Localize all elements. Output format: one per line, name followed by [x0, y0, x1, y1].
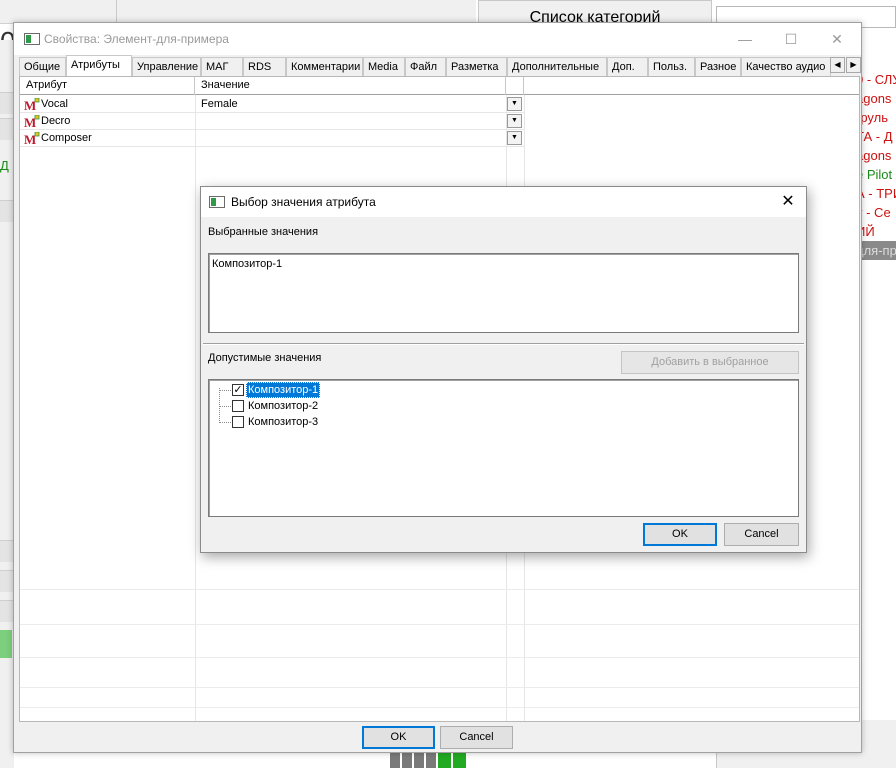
dialog-ok-button[interactable]: OK [643, 523, 717, 546]
tree-item[interactable]: ✓ Композитор-1 [209, 382, 509, 398]
tab-attributes[interactable]: Атрибуты [66, 55, 132, 76]
tree-item-label[interactable]: Композитор-2 [246, 398, 320, 414]
tab-scroll-left-icon[interactable]: ◀ [830, 57, 845, 73]
divider [203, 343, 804, 345]
tab-audio-quality[interactable]: Качество аудио [741, 57, 831, 76]
add-to-selected-button[interactable]: Добавить в выбранное [621, 351, 799, 374]
column-header-value[interactable]: Значение [195, 77, 506, 95]
app-icon [24, 33, 40, 45]
dialog-close-button[interactable]: ✕ [776, 191, 800, 213]
list-item[interactable]: у - Се [856, 203, 896, 222]
background-green-segment [0, 630, 12, 658]
attribute-value[interactable]: Female [201, 96, 501, 113]
checkbox[interactable] [232, 416, 244, 428]
attribute-m-icon: M [24, 98, 40, 111]
minimize-button[interactable]: — [722, 23, 768, 55]
attribute-value[interactable] [201, 130, 501, 147]
tab-media[interactable]: Media [363, 57, 405, 76]
checkbox-checked[interactable]: ✓ [232, 384, 244, 396]
cancel-button[interactable]: Cancel [440, 726, 513, 749]
dropdown-arrow-icon[interactable]: ▼ [507, 97, 522, 111]
background-toolbar [0, 0, 476, 24]
attribute-value[interactable] [201, 113, 501, 130]
selected-values-label: Выбранные значения [208, 226, 319, 238]
dialog-title: Выбор значения атрибута [231, 195, 376, 209]
list-item[interactable]: А - ТРИ [856, 184, 896, 203]
background-left-strip: Д [0, 40, 14, 768]
table-row[interactable]: M Vocal Female ▼ [20, 96, 524, 113]
list-item[interactable]: agons [856, 89, 896, 108]
properties-window-title: Свойства: Элемент-для-примера [44, 32, 229, 46]
tab-additional[interactable]: Дополнительные [507, 57, 607, 76]
properties-tabs: Общие Атрибуты Управление МАГ RDS Коммен… [17, 55, 862, 76]
background-left-text: Д [0, 158, 9, 173]
list-item[interactable]: -руль [856, 108, 896, 127]
tab-user[interactable]: Польз. [648, 57, 695, 76]
tab-rds[interactable]: RDS [243, 57, 286, 76]
selected-value-text: Композитор-1 [212, 258, 283, 270]
tree-item-label[interactable]: Композитор-3 [246, 414, 320, 430]
attribute-name: Composer [41, 132, 92, 144]
dialog-titlebar[interactable]: Выбор значения атрибута ✕ [201, 187, 806, 217]
tab-general[interactable]: Общие [19, 57, 66, 76]
dropdown-arrow-icon[interactable]: ▼ [507, 114, 522, 128]
allowed-values-label: Допустимые значения [208, 352, 322, 364]
background-level-meter [390, 752, 466, 768]
tab-markup[interactable]: Разметка [446, 57, 507, 76]
svg-text:M: M [24, 115, 36, 128]
list-item[interactable]: 0 - СЛУ [856, 70, 896, 89]
tree-item-label[interactable]: Композитор-1 [246, 382, 321, 398]
category-list[interactable]: 0 - СЛУ agons -руль ТА - Д agons e Pilot… [856, 70, 896, 260]
tree-item[interactable]: Композитор-3 [209, 414, 509, 430]
list-item[interactable]: e Pilot [856, 165, 896, 184]
table-row[interactable]: M Composer ▼ [20, 130, 524, 147]
grid-header: Атрибут Значение [20, 77, 859, 95]
tree-item[interactable]: Композитор-2 [209, 398, 509, 414]
allowed-values-tree[interactable]: ✓ Композитор-1 Композитор-2 Композитор-3 [208, 379, 799, 517]
column-header-attribute[interactable]: Атрибут [20, 77, 195, 95]
attribute-name: Vocal [41, 98, 68, 110]
checkbox[interactable] [232, 400, 244, 412]
ok-button[interactable]: OK [362, 726, 435, 749]
attribute-value-dialog: Выбор значения атрибута ✕ Выбранные знач… [200, 186, 807, 553]
close-button[interactable]: ✕ [814, 23, 860, 55]
table-row[interactable]: M Decro ▼ [20, 113, 524, 130]
attribute-m-icon: M [24, 115, 40, 128]
app-icon [209, 196, 225, 208]
properties-button-bar: OK Cancel [14, 723, 861, 752]
dropdown-arrow-icon[interactable]: ▼ [507, 131, 522, 145]
list-item[interactable]: ИЙ [856, 222, 896, 241]
tab-management[interactable]: Управление [132, 57, 201, 76]
maximize-button[interactable]: ☐ [768, 23, 814, 55]
selected-values-field[interactable]: Композитор-1 [208, 253, 799, 333]
attribute-name: Decro [41, 115, 71, 127]
svg-text:M: M [24, 132, 36, 145]
properties-titlebar[interactable]: Свойства: Элемент-для-примера — ☐ ✕ [14, 23, 861, 55]
tab-extra[interactable]: Доп. [607, 57, 648, 76]
svg-text:M: M [24, 98, 36, 111]
dialog-cancel-button[interactable]: Cancel [724, 523, 799, 546]
list-item-selected[interactable]: для-при [856, 241, 896, 260]
list-item[interactable]: agons [856, 146, 896, 165]
tab-misc[interactable]: Разное [695, 57, 741, 76]
tab-comments[interactable]: Комментарии [286, 57, 363, 76]
tab-mag[interactable]: МАГ [201, 57, 243, 76]
attribute-m-icon: M [24, 132, 40, 145]
list-item[interactable]: ТА - Д [856, 127, 896, 146]
tab-scroll-right-icon[interactable]: ▶ [846, 57, 861, 73]
tab-file[interactable]: Файл [405, 57, 446, 76]
